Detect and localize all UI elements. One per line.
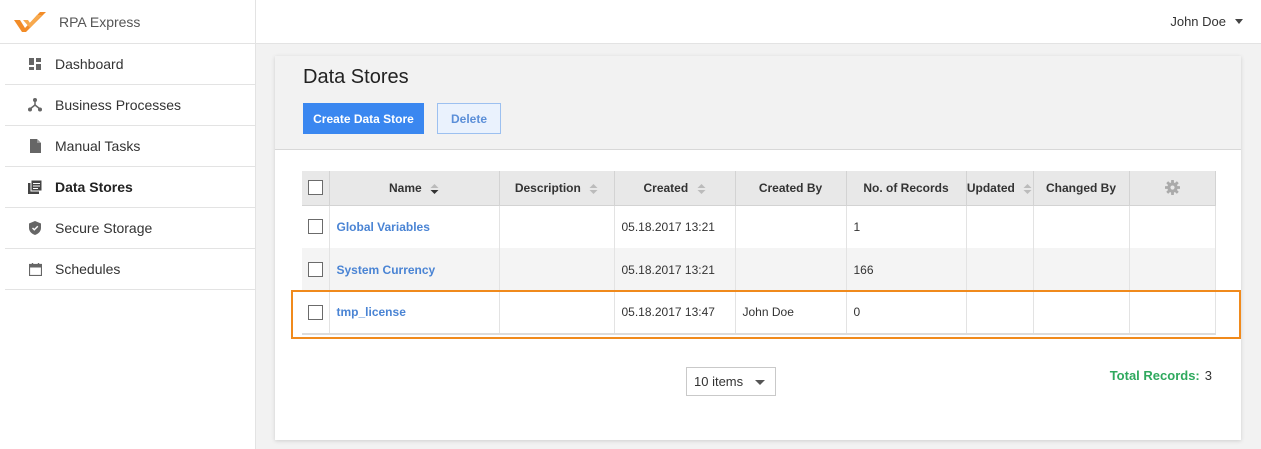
sidebar-item-label: Data Stores — [55, 179, 133, 195]
cell-changed-by — [1033, 291, 1130, 335]
sidebar-item-label: Schedules — [55, 261, 121, 277]
cell-settings — [1129, 291, 1216, 335]
top-bar: John Doe — [256, 0, 1261, 44]
user-menu[interactable]: John Doe — [1170, 14, 1243, 29]
cell-updated — [966, 291, 1034, 335]
sidebar-item-business-processes[interactable]: Business Processes — [5, 85, 255, 126]
cell-name: System Currency — [329, 248, 500, 291]
cell-description — [499, 205, 615, 248]
total-records-label: Total Records: — [1109, 368, 1200, 383]
table-row[interactable]: tmp_license 05.18.2017 13:47 John Doe 0 — [302, 291, 1216, 335]
rpa-logo-icon — [14, 11, 46, 32]
column-header-name[interactable]: Name — [329, 171, 500, 206]
sidebar-item-dashboard[interactable]: Dashboard — [5, 44, 255, 85]
cell-updated — [966, 248, 1034, 291]
create-data-store-button[interactable]: Create Data Store — [303, 103, 424, 134]
calendar-icon — [28, 262, 42, 276]
sidebar-item-label: Manual Tasks — [55, 138, 141, 154]
cell-settings — [1129, 248, 1216, 291]
gear-icon[interactable] — [1164, 180, 1180, 196]
cell-name: Global Variables — [329, 205, 500, 248]
user-name: John Doe — [1170, 14, 1226, 29]
table-row[interactable]: Global Variables 05.18.2017 13:21 1 — [302, 205, 1216, 248]
page-size-select[interactable]: 10 items — [686, 367, 776, 396]
panel-header: Data Stores Create Data Store Delete — [275, 56, 1241, 150]
column-header-description[interactable]: Description — [499, 171, 615, 206]
sidebar: RPA Express Dashboard Business Processes… — [0, 0, 256, 449]
cell-created: 05.18.2017 13:21 — [614, 248, 736, 291]
row-checkbox[interactable] — [307, 262, 323, 278]
cell-description — [499, 248, 615, 291]
cell-changed-by — [1033, 248, 1130, 291]
cell-records: 166 — [846, 248, 967, 291]
sort-icon — [589, 183, 598, 194]
brand[interactable]: RPA Express — [0, 0, 255, 44]
chevron-down-icon — [1235, 19, 1243, 24]
sidebar-nav: Dashboard Business Processes Manual Task… — [0, 44, 255, 290]
cell-description — [499, 291, 615, 335]
total-records: Total Records: 3 — [1110, 368, 1212, 383]
document-icon — [28, 139, 42, 153]
cell-created-by: John Doe — [735, 291, 847, 335]
sort-icon — [697, 183, 706, 194]
cell-created: 05.18.2017 13:47 — [614, 291, 736, 335]
data-stores-table: Name Description Created Created By No. … — [302, 171, 1216, 335]
data-stores-icon — [28, 180, 42, 194]
column-header-changed-by[interactable]: Changed By — [1033, 171, 1130, 206]
sidebar-item-label: Business Processes — [55, 97, 182, 113]
cell-updated — [966, 205, 1034, 248]
page-size-value: 10 items — [694, 374, 744, 389]
sidebar-item-secure-storage[interactable]: Secure Storage — [5, 208, 255, 249]
cell-records: 0 — [846, 291, 967, 335]
row-checkbox[interactable] — [307, 304, 323, 320]
table-header-row: Name Description Created Created By No. … — [302, 171, 1216, 206]
sort-icon — [1023, 183, 1032, 194]
select-all-checkbox[interactable] — [307, 180, 323, 196]
row-select-cell — [302, 205, 330, 248]
chevron-down-icon — [755, 380, 765, 385]
cell-created-by — [735, 205, 847, 248]
data-store-link[interactable]: Global Variables — [337, 220, 430, 234]
cell-name: tmp_license — [329, 291, 500, 335]
data-store-link[interactable]: tmp_license — [337, 305, 406, 319]
row-select-cell — [302, 248, 330, 291]
page-title: Data Stores — [303, 66, 409, 88]
column-settings-cell — [1129, 171, 1216, 206]
app-window: RPA Express Dashboard Business Processes… — [0, 0, 1261, 449]
sidebar-item-data-stores[interactable]: Data Stores — [5, 167, 255, 208]
delete-button[interactable]: Delete — [437, 103, 501, 134]
select-all-cell — [302, 171, 330, 206]
table-row[interactable]: System Currency 05.18.2017 13:21 166 — [302, 248, 1216, 291]
process-icon — [28, 98, 42, 112]
row-select-cell — [302, 291, 330, 335]
total-records-value: 3 — [1204, 368, 1212, 383]
sort-descending-icon — [430, 183, 439, 194]
cell-created: 05.18.2017 13:21 — [614, 205, 736, 248]
dashboard-icon — [28, 57, 42, 71]
cell-settings — [1129, 205, 1216, 248]
sidebar-item-label: Secure Storage — [55, 220, 153, 236]
sidebar-item-schedules[interactable]: Schedules — [5, 249, 255, 290]
sidebar-item-label: Dashboard — [55, 56, 124, 72]
column-header-created-by[interactable]: Created By — [735, 171, 847, 206]
sidebar-item-manual-tasks[interactable]: Manual Tasks — [5, 126, 255, 167]
column-header-records[interactable]: No. of Records — [846, 171, 967, 206]
row-checkbox[interactable] — [307, 219, 323, 235]
column-header-updated[interactable]: Updated — [966, 171, 1034, 206]
shield-icon — [28, 221, 42, 235]
cell-created-by — [735, 248, 847, 291]
app-name: RPA Express — [59, 13, 141, 30]
cell-records: 1 — [846, 205, 967, 248]
cell-changed-by — [1033, 205, 1130, 248]
data-store-link[interactable]: System Currency — [337, 263, 436, 277]
column-header-created[interactable]: Created — [614, 171, 736, 206]
